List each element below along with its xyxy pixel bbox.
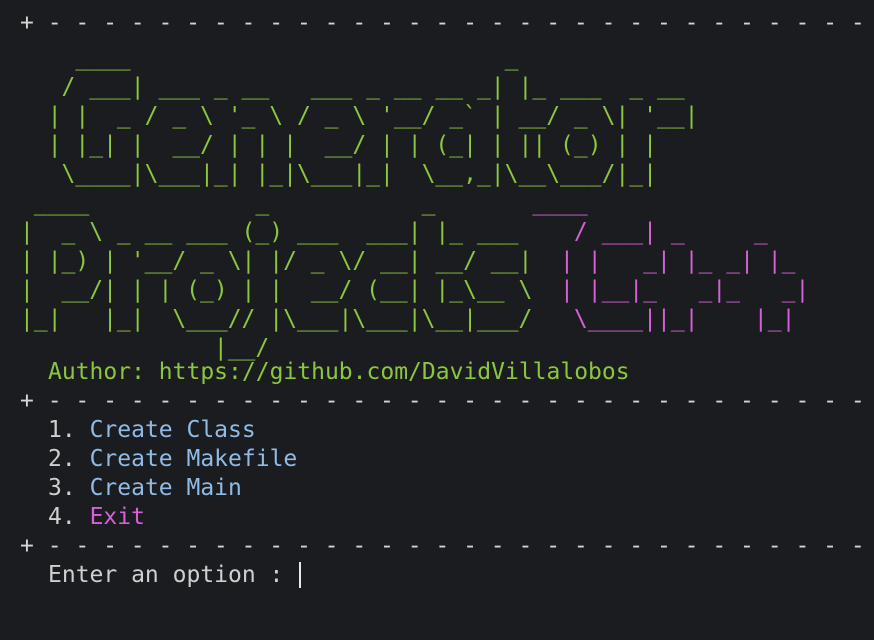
menu-item[interactable]: 2. Create Makefile <box>48 445 297 474</box>
menu-item-label: Create Main <box>89 475 242 501</box>
banner-line: | |_| | __/ | | | __/ | | (_| | || (_) |… <box>20 132 657 158</box>
terminal-window: + - - - - - - - - - - - - - - - - - - - … <box>0 0 874 640</box>
author-label: Author: <box>48 359 145 385</box>
banner-line-accent: | | _| |_ _| |_ <box>532 248 796 274</box>
ascii-banner: ____ _ / ___| ___ _ __ ___ _ __ __ _| |_… <box>20 44 809 363</box>
banner-line: |_| |_| \___// |\___|\___|\__|___/ <box>20 306 533 332</box>
menu-item-number: 1. <box>48 417 76 443</box>
menu-bottom-border: + - - - - - - - - - - - - - - - - - - - … <box>20 533 874 559</box>
menu-item-number: 4. <box>48 504 76 530</box>
menu-item[interactable]: 3. Create Main <box>48 474 242 503</box>
banner-line: ____ _ <box>20 45 519 71</box>
banner-line-accent: / ___| _ _ <box>518 219 768 245</box>
banner-line: ____ _ _ <box>20 190 436 216</box>
prompt-text: Enter an option : <box>48 562 298 588</box>
banner-line: | |_) | '__/ _ \| |/ _ \/ __| __/ __| <box>20 248 533 274</box>
banner-line: | _ \ _ __ ___ (_) ___ ___| |_ ___ <box>20 219 519 245</box>
banner-line: \____|\___|_| |_|\___|_| \__,_|\__\___/|… <box>20 161 657 187</box>
menu-item[interactable]: 1. Create Class <box>48 416 256 445</box>
menu-item-number: 2. <box>48 446 76 472</box>
text-cursor[interactable] <box>299 562 302 588</box>
top-border: + - - - - - - - - - - - - - - - - - - - … <box>20 10 874 36</box>
banner-line: / ___| ___ _ __ ___ _ __ __ _| |_ ___ _ … <box>20 74 685 100</box>
menu-top-border: + - - - - - - - - - - - - - - - - - - - … <box>20 388 874 414</box>
banner-line: | __/| | | (_) | | __/ (__| |_\__ \ <box>20 277 533 303</box>
prompt-line[interactable]: Enter an option : <box>48 561 302 590</box>
author-line: Author: https://github.com/DavidVillalob… <box>48 358 630 387</box>
author-link[interactable]: https://github.com/DavidVillalobos <box>159 359 630 385</box>
menu-item-label: Exit <box>89 504 145 530</box>
menu-item-label: Create Class <box>89 417 256 443</box>
menu-item[interactable]: 4. Exit <box>48 503 145 532</box>
banner-line-accent: \____||_| |_| <box>532 306 796 332</box>
banner-line-accent: ____ <box>435 190 588 216</box>
menu-item-number: 3. <box>48 475 76 501</box>
banner-line-accent: | |__|_ _|_ _| <box>532 277 810 303</box>
menu-item-label: Create Makefile <box>89 446 298 472</box>
banner-line: | | _ / _ \ '_ \ / _ \ '__/ _` | __/ _ \… <box>20 103 699 129</box>
